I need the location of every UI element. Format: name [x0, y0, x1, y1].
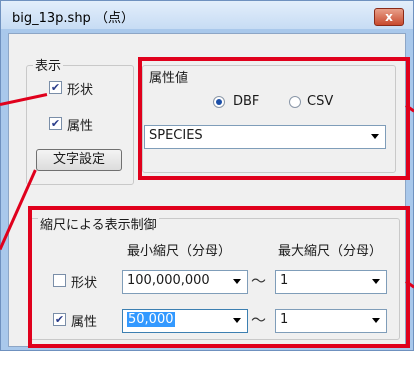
- window-title: big_13p.shp （点）: [12, 11, 134, 26]
- close-icon: x: [385, 10, 393, 24]
- display-shape-checkbox[interactable]: ✔: [49, 81, 62, 94]
- font-settings-button[interactable]: 文字設定: [36, 149, 122, 171]
- checkmark-icon: ✔: [50, 81, 61, 94]
- display-attribute-checkbox[interactable]: ✔: [49, 117, 62, 130]
- display-shape-label: 形状: [67, 83, 94, 98]
- display-attribute-label: 属性: [67, 119, 94, 134]
- display-group-legend: 表示: [33, 55, 64, 74]
- close-button[interactable]: x: [374, 8, 404, 26]
- highlight-box-attribute: [138, 57, 410, 180]
- checkmark-icon: ✔: [50, 117, 61, 130]
- highlight-box-scale: [28, 206, 410, 348]
